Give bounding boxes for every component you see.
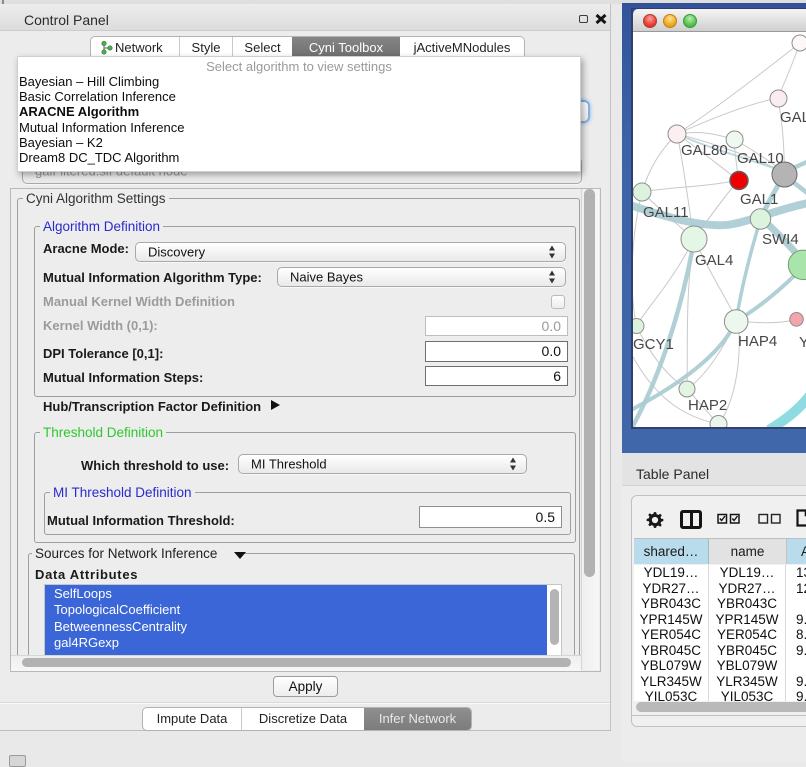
svg-text:GAL1: GAL1 bbox=[740, 191, 778, 208]
svg-text:HAP4: HAP4 bbox=[738, 333, 777, 350]
svg-text:GCY1: GCY1 bbox=[633, 336, 674, 353]
svg-text:GAL11: GAL11 bbox=[643, 204, 689, 221]
svg-text:GAL7: GAL7 bbox=[780, 109, 806, 126]
svg-text:GAL10: GAL10 bbox=[737, 150, 784, 167]
svg-text:YJ: YJ bbox=[799, 334, 806, 351]
svg-text:GAL80: GAL80 bbox=[681, 142, 728, 159]
svg-text:GAL4: GAL4 bbox=[695, 252, 733, 269]
svg-text:HAP2: HAP2 bbox=[688, 397, 727, 414]
svg-text:SWI4: SWI4 bbox=[762, 231, 799, 248]
